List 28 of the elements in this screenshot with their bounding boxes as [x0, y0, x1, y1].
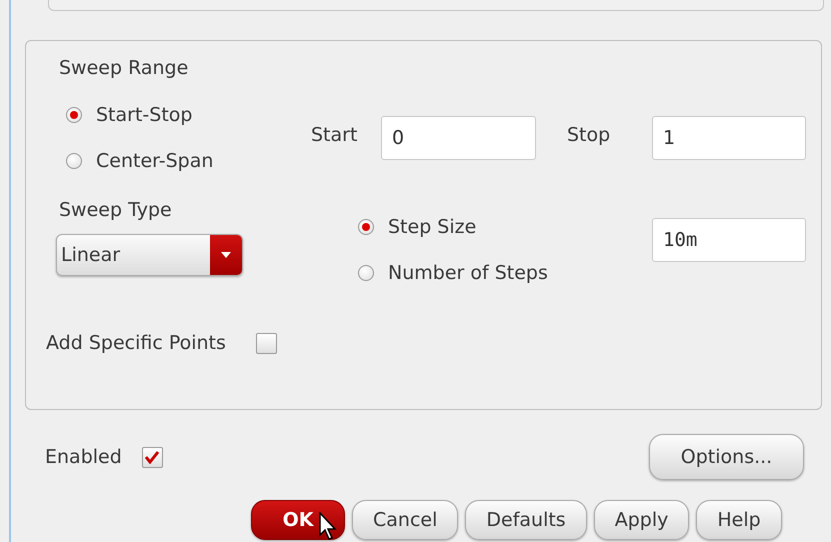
- options-button[interactable]: Options...: [649, 434, 804, 480]
- checkbox[interactable]: [256, 332, 277, 354]
- cursor-icon: [319, 512, 339, 542]
- field-label: Start: [311, 124, 358, 146]
- section-title: Sweep Type: [59, 199, 173, 223]
- checkbox-label: Enabled: [45, 446, 122, 468]
- dialog-button[interactable]: OK: [251, 500, 345, 540]
- dialog-button[interactable]: Cancel: [352, 500, 458, 540]
- checkbox-label: Add Specific Points: [46, 332, 226, 354]
- dialog-button[interactable]: Defaults: [465, 500, 587, 540]
- section-title: Sweep Range: [59, 57, 190, 81]
- dropdown[interactable]: Linear: [56, 234, 243, 276]
- radio-label[interactable]: Start-Stop: [96, 104, 192, 126]
- input-field[interactable]: 1: [652, 116, 806, 160]
- radio-label[interactable]: Step Size: [388, 216, 476, 238]
- radio-button[interactable]: [66, 152, 82, 168]
- checkbox[interactable]: [142, 446, 163, 468]
- field-label: Stop: [567, 124, 612, 146]
- radio-button[interactable]: [358, 218, 374, 234]
- radio-button[interactable]: [358, 264, 374, 280]
- radio-label[interactable]: Center-Span: [96, 150, 214, 172]
- caret-icon: [221, 252, 231, 258]
- radio-label[interactable]: Number of Steps: [388, 262, 548, 284]
- dialog-button[interactable]: Apply: [594, 500, 690, 540]
- radio-button[interactable]: [66, 106, 82, 122]
- input-field[interactable]: 10m: [652, 218, 806, 262]
- dialog-button[interactable]: Help: [696, 500, 782, 540]
- input-field[interactable]: 0: [381, 116, 536, 160]
